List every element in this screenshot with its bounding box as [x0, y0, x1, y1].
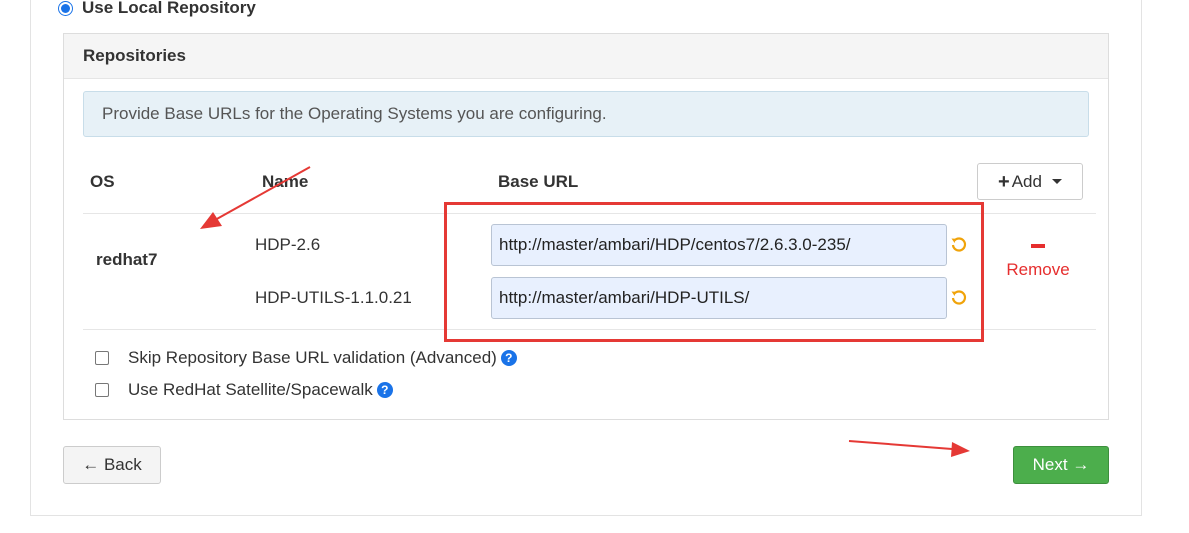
- use-local-repository-option[interactable]: Use Local Repository: [58, 0, 256, 19]
- panel-title: Repositories: [64, 34, 1108, 79]
- base-url-column-header: Base URL: [498, 172, 579, 191]
- local-repository-label: Use Local Repository: [82, 0, 256, 17]
- back-button[interactable]: ← Back: [63, 446, 161, 484]
- plus-icon: +: [998, 170, 1010, 193]
- satellite-checkbox[interactable]: [95, 383, 109, 397]
- skip-validation-option[interactable]: Skip Repository Base URL validation (Adv…: [95, 348, 517, 368]
- local-repository-radio[interactable]: [58, 0, 73, 16]
- repo-name: HDP-UTILS-1.1.0.21: [255, 288, 412, 307]
- satellite-option[interactable]: Use RedHat Satellite/Spacewalk ?: [95, 380, 393, 400]
- minus-icon: [1031, 244, 1045, 248]
- os-name: redhat7: [96, 250, 158, 269]
- add-button-label: Add: [1011, 171, 1042, 191]
- name-column-header: Name: [262, 172, 309, 191]
- remove-os-button[interactable]: Remove: [998, 244, 1078, 280]
- os-column-header: OS: [90, 172, 115, 191]
- caret-down-icon: [1051, 179, 1062, 184]
- satellite-label: Use RedHat Satellite/Spacewalk: [128, 380, 373, 399]
- next-button[interactable]: Next →: [1013, 446, 1109, 484]
- skip-validation-label: Skip Repository Base URL validation (Adv…: [128, 348, 497, 367]
- annotation-highlight-box: [444, 202, 984, 342]
- question-circle-icon[interactable]: ?: [376, 382, 393, 398]
- remove-label: Remove: [1006, 260, 1070, 279]
- add-os-button[interactable]: + Add: [977, 163, 1083, 200]
- question-circle-icon[interactable]: ?: [500, 350, 517, 366]
- repo-name: HDP-2.6: [255, 235, 321, 254]
- skip-validation-checkbox[interactable]: [95, 351, 109, 365]
- info-alert: Provide Base URLs for the Operating Syst…: [83, 91, 1089, 137]
